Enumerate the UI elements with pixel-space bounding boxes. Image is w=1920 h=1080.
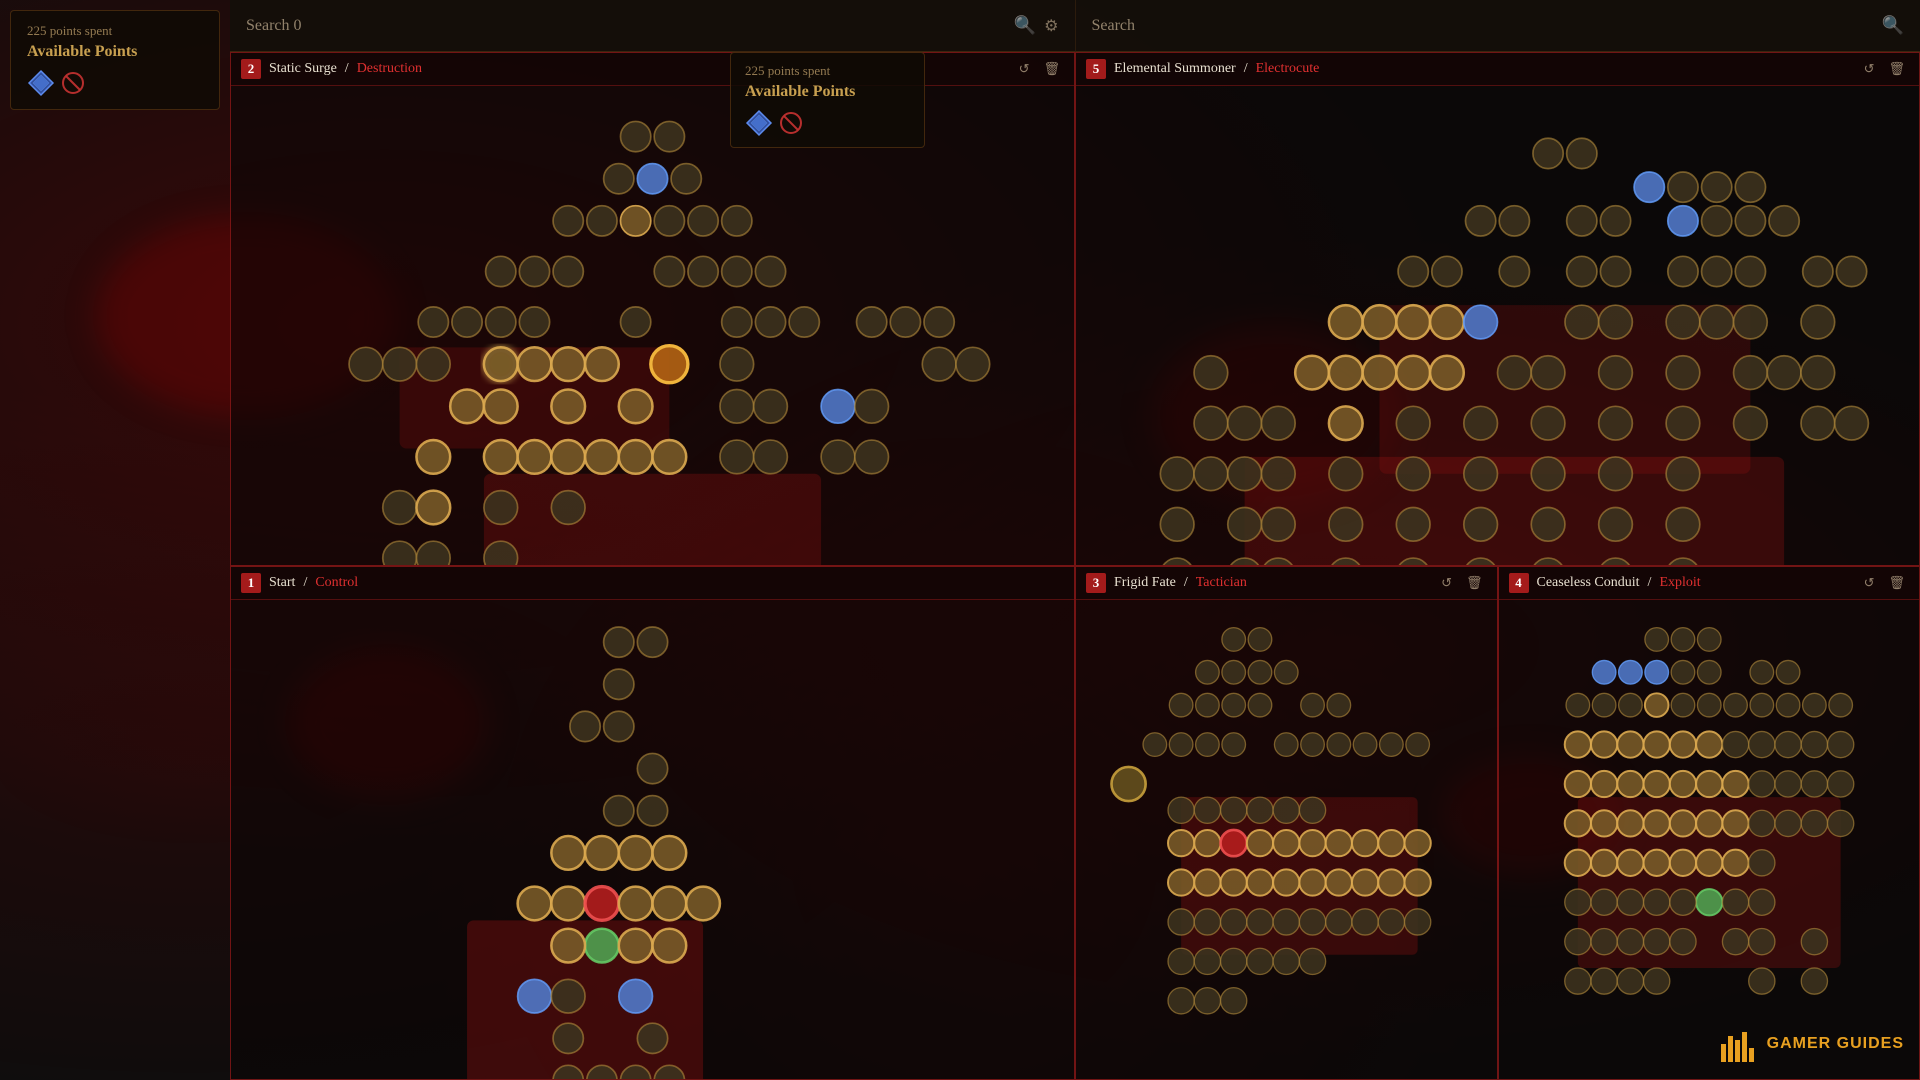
nodes-active2-r — [1194, 356, 1835, 390]
panel-header-1: 2 Static Surge / Destruction ↺ 🗑 — [231, 53, 1074, 86]
panel-separator-2: / — [1244, 61, 1248, 77]
panel-title-red-1: Destruction — [357, 61, 422, 77]
panel-title-red-4: Tactician — [1196, 575, 1247, 591]
panel-separator-3: / — [303, 575, 307, 591]
no-icon-right — [779, 111, 803, 135]
panel-number-1: 2 — [241, 59, 261, 79]
panel-title-white-2: Elemental Summoner — [1114, 61, 1236, 77]
panel-actions-1: ↺ 🗑 — [1015, 59, 1064, 79]
panel-frigid-fate: 3 Frigid Fate / Tactician ↺ 🗑 — [1075, 566, 1498, 1080]
refresh-btn-2[interactable]: ↺ — [1860, 59, 1879, 79]
panel-content-4 — [1076, 600, 1497, 1026]
points-spent-left: 225 points spent — [27, 23, 203, 39]
available-points-label-left: Available Points — [27, 43, 203, 61]
panel-number-5: 4 — [1509, 573, 1529, 593]
panel-start-control: 1 Start / Control — [230, 566, 1075, 1080]
panel-title-white-5: Ceaseless Conduit — [1537, 575, 1640, 591]
conduit-nodes-top — [1592, 628, 1800, 685]
search-container: 🔍 ⚙ 🔍 — [230, 0, 1920, 52]
node-1-1[interactable] — [620, 121, 650, 151]
delete-btn-5[interactable]: 🗑 — [1884, 573, 1909, 593]
conduit-nodes-active — [1564, 731, 1853, 757]
points-icons-right — [745, 109, 910, 137]
panel-title-white-4: Frigid Fate — [1114, 575, 1176, 591]
gg-text: GAMER GUIDES — [1767, 1035, 1904, 1053]
panel-header-3: 1 Start / Control — [231, 567, 1074, 600]
node-row-2 — [604, 164, 702, 194]
panel-actions-2: ↺ 🗑 — [1860, 59, 1909, 79]
points-icons-left — [27, 69, 203, 97]
refresh-btn-5[interactable]: ↺ — [1860, 573, 1879, 593]
gamer-guides-logo: GAMER GUIDES — [1719, 1024, 1904, 1064]
panel-number-4: 3 — [1086, 573, 1106, 593]
search-left: 🔍 ⚙ — [230, 0, 1075, 52]
panel-header-4: 3 Frigid Fate / Tactician ↺ 🗑 — [1076, 567, 1497, 600]
node-row-1 — [620, 121, 684, 151]
panel-header-5: 4 Ceaseless Conduit / Exploit ↺ 🗑 — [1499, 567, 1920, 600]
panel-content-5 — [1499, 600, 1920, 1026]
panel-number-2: 5 — [1086, 59, 1106, 79]
panel-separator-1: / — [345, 61, 349, 77]
node-row-10 — [383, 541, 518, 566]
nodes-active-r — [1329, 305, 1835, 339]
search-icon-right: 🔍 — [1882, 15, 1904, 36]
panel-number-3: 1 — [241, 573, 261, 593]
points-card-left: 225 points spent Available Points — [10, 10, 220, 110]
nodes-mid-r — [1465, 206, 1799, 236]
panel-title-red-2: Electrocute — [1256, 61, 1320, 77]
refresh-btn-1[interactable]: ↺ — [1015, 59, 1034, 79]
panel-separator-5: / — [1648, 575, 1652, 591]
skill-tree-svg-4 — [1076, 600, 1497, 1021]
diamond-icon-right — [745, 109, 773, 137]
search-input-right[interactable] — [1092, 17, 1874, 35]
panel-title-white-3: Start — [269, 575, 295, 591]
frigid-nodes-mid — [1143, 733, 1429, 757]
panel-content-3 — [231, 600, 1074, 1080]
diamond-icon-left — [27, 69, 55, 97]
skill-tree-svg-5 — [1499, 600, 1920, 1021]
search-right: 🔍 — [1075, 0, 1920, 52]
node-row-4 — [486, 256, 786, 286]
skill-tree-svg-1 — [231, 86, 1074, 566]
delete-btn-1[interactable]: 🗑 — [1039, 59, 1064, 79]
nodes-mid2-r — [1398, 256, 1867, 286]
panel-title-red-5: Exploit — [1659, 575, 1700, 591]
no-icon-left — [61, 71, 85, 95]
panel-elemental-summoner: 5 Elemental Summoner / Electrocute ↺ 🗑 — [1075, 52, 1920, 566]
filter-icon-left[interactable]: ⚙ — [1044, 16, 1058, 36]
skill-tree-svg-3 — [231, 600, 1074, 1080]
panel-title-red-3: Control — [315, 575, 358, 591]
delete-btn-4[interactable]: 🗑 — [1462, 573, 1487, 593]
panel-header-2: 5 Elemental Summoner / Electrocute ↺ 🗑 — [1076, 53, 1919, 86]
bottom-right-panels: 3 Frigid Fate / Tactician ↺ 🗑 — [1075, 566, 1920, 1080]
points-spent-right: 225 points spent — [745, 63, 910, 79]
panels-container: 2 Static Surge / Destruction ↺ 🗑 — [230, 52, 1920, 1080]
skill-tree-svg-2 — [1076, 86, 1919, 566]
panel-separator-4: / — [1184, 575, 1188, 591]
search-icon-left: 🔍 — [1014, 15, 1036, 36]
panel-content-2 — [1076, 86, 1919, 566]
refresh-btn-4[interactable]: ↺ — [1437, 573, 1456, 593]
panel-actions-5: ↺ 🗑 — [1860, 573, 1909, 593]
search-input-left[interactable] — [246, 17, 1006, 35]
delete-btn-2[interactable]: 🗑 — [1884, 59, 1909, 79]
panel-ceaseless-conduit: 4 Ceaseless Conduit / Exploit ↺ 🗑 — [1498, 566, 1920, 1080]
highlight-1b — [484, 474, 821, 566]
available-points-label-right: Available Points — [745, 83, 910, 101]
gg-icon — [1719, 1024, 1759, 1064]
conduit-nodes-mid — [1566, 693, 1852, 717]
panel-title-white-1: Static Surge — [269, 61, 337, 77]
panel-content-1 — [231, 86, 1074, 566]
points-card-right: 225 points spent Available Points — [730, 52, 925, 148]
node-row-6-active — [349, 346, 990, 383]
node-row-5 — [418, 307, 954, 337]
node-1-2[interactable] — [654, 121, 684, 151]
panel-static-surge: 2 Static Surge / Destruction ↺ 🗑 — [230, 52, 1075, 566]
nodes-top-r — [1533, 138, 1766, 202]
node-row-3 — [553, 206, 752, 236]
left-sidebar: 225 points spent Available Points — [0, 0, 230, 1080]
panel-actions-4: ↺ 🗑 — [1437, 573, 1486, 593]
frigid-nodes-top — [1169, 628, 1350, 717]
